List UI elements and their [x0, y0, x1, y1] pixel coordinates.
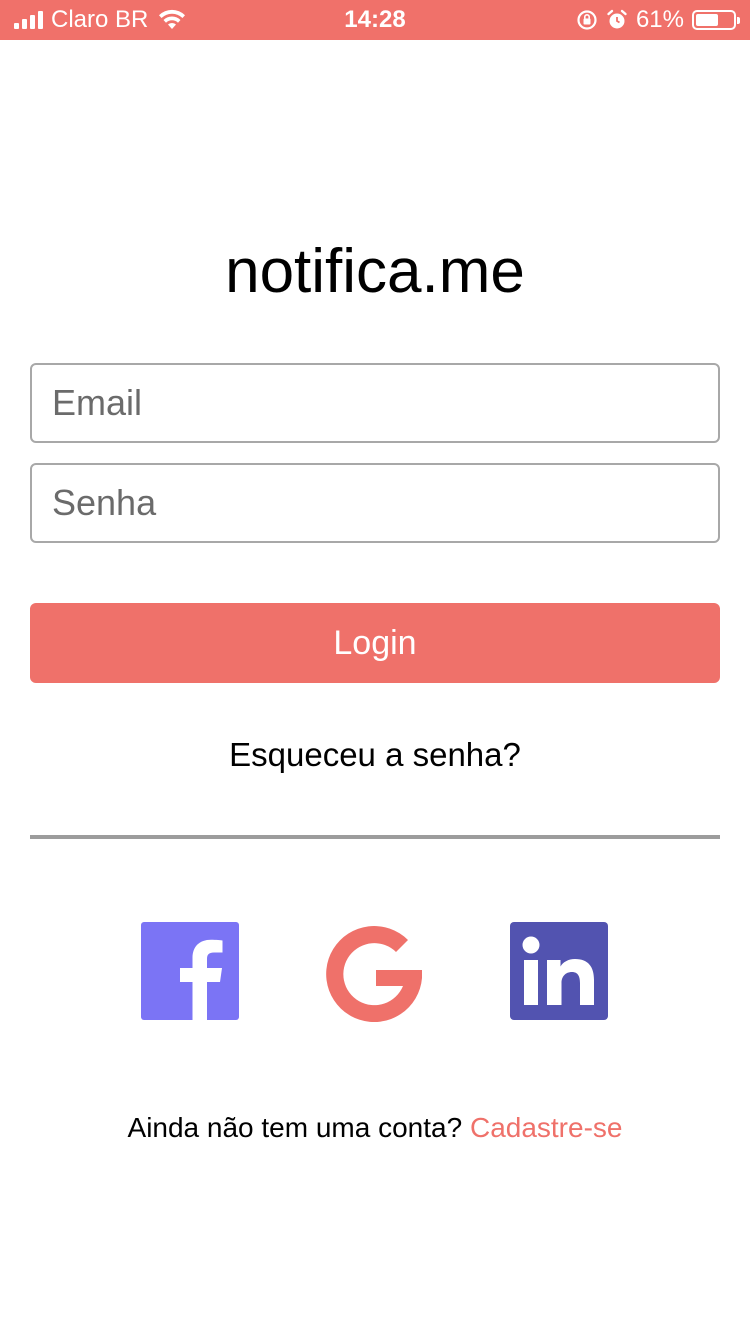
battery-icon	[692, 10, 740, 30]
divider	[30, 835, 720, 839]
status-bar: Claro BR 14:28 61%	[0, 0, 750, 40]
login-button[interactable]: Login	[30, 603, 720, 683]
signup-row: Ainda não tem uma conta? Cadastre-se	[0, 1108, 750, 1148]
alarm-icon	[607, 9, 627, 29]
facebook-icon[interactable]	[141, 922, 239, 1020]
password-field[interactable]	[30, 463, 720, 543]
signup-link[interactable]: Cadastre-se	[470, 1112, 623, 1143]
linkedin-icon[interactable]	[510, 922, 608, 1020]
google-icon[interactable]	[320, 920, 428, 1028]
battery-percent: 61%	[635, 6, 684, 33]
orientation-lock-icon	[577, 10, 597, 30]
forgot-password-link[interactable]: Esqueceu a senha?	[0, 733, 750, 777]
battery-level	[696, 14, 718, 26]
email-field[interactable]	[30, 363, 720, 443]
signup-question: Ainda não tem uma conta?	[127, 1112, 463, 1143]
app-title: notifica.me	[225, 237, 525, 306]
status-bar-right: 61%	[576, 0, 740, 40]
